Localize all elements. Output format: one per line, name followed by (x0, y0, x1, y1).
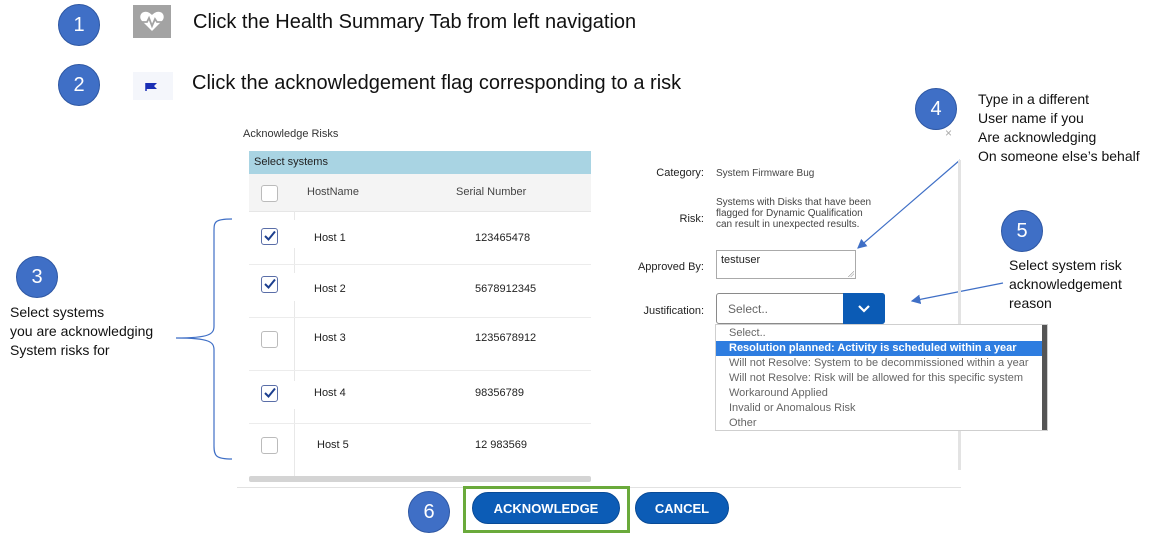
systems-panel: Select systems HostName Serial Number Ho… (249, 151, 591, 484)
resize-handle-icon[interactable] (848, 271, 854, 277)
options-scrollbar[interactable] (1042, 325, 1047, 430)
close-icon[interactable]: × (945, 126, 952, 140)
row-host: Host 2 (314, 283, 346, 295)
justification-placeholder: Select.. (728, 302, 769, 316)
table-row[interactable]: Host 3 1235678912 (249, 318, 591, 371)
table-row[interactable]: Host 4 98356789 (249, 371, 591, 424)
row-checkbox[interactable] (261, 385, 278, 402)
justification-label: Justification: (643, 305, 704, 317)
row-serial: 98356789 (475, 387, 524, 399)
serial-column-label: Serial Number (456, 186, 527, 198)
justification-option[interactable]: Other (716, 416, 1042, 431)
select-all-checkbox[interactable] (261, 185, 278, 202)
hostname-column-label: HostName (307, 186, 359, 198)
row-host: Host 3 (314, 332, 346, 344)
risk-label: Risk: (679, 213, 704, 225)
justification-option[interactable]: Invalid or Anomalous Risk (716, 401, 1042, 416)
table-row[interactable]: Host 1 123465478 (249, 212, 591, 265)
row-checkbox[interactable] (261, 331, 278, 348)
category-label: Category: (656, 167, 704, 179)
row-checkbox[interactable] (261, 228, 278, 245)
acknowledge-button[interactable]: ACKNOWLEDGE (472, 492, 620, 524)
row-host: Host 4 (314, 387, 346, 399)
justification-option-selected[interactable]: Resolution planned: Activity is schedule… (716, 341, 1042, 356)
justification-option[interactable]: Will not Resolve: System to be decommiss… (716, 356, 1042, 371)
category-value: System Firmware Bug (716, 168, 815, 179)
row-checkbox[interactable] (261, 437, 278, 454)
row-checkbox[interactable] (261, 276, 278, 293)
approved-by-label: Approved By: (637, 261, 704, 273)
dialog-title: Acknowledge Risks (243, 128, 339, 140)
row-serial: 1235678912 (475, 332, 537, 344)
approved-by-value: testuser (721, 254, 761, 266)
justification-option[interactable]: Workaround Applied (716, 386, 1042, 401)
row-host: Host 5 (317, 439, 349, 451)
row-host: Host 1 (314, 232, 346, 244)
justification-options-list: Select.. Resolution planned: Activity is… (715, 324, 1048, 431)
justification-select[interactable]: Select.. (716, 293, 885, 324)
step-3-brace (175, 218, 233, 460)
table-row[interactable]: Host 5 12 983569 (249, 424, 591, 476)
row-serial: 12 983569 (475, 439, 527, 451)
horizontal-scrollbar[interactable] (249, 476, 591, 482)
systems-header: Select systems (249, 151, 591, 174)
justification-option[interactable]: Select.. (716, 326, 1042, 341)
justification-option[interactable]: Will not Resolve: Risk will be allowed f… (716, 371, 1042, 386)
chevron-down-icon[interactable] (843, 293, 885, 324)
risk-value: Systems with Disks that have been flagge… (716, 197, 872, 230)
systems-column-header: HostName Serial Number (249, 174, 591, 212)
table-row[interactable]: Host 2 5678912345 (249, 265, 591, 318)
row-serial: 5678912345 (475, 283, 537, 295)
cancel-button[interactable]: CANCEL (635, 492, 729, 524)
row-serial: 123465478 (475, 232, 531, 244)
approved-by-field[interactable]: testuser (716, 250, 856, 279)
